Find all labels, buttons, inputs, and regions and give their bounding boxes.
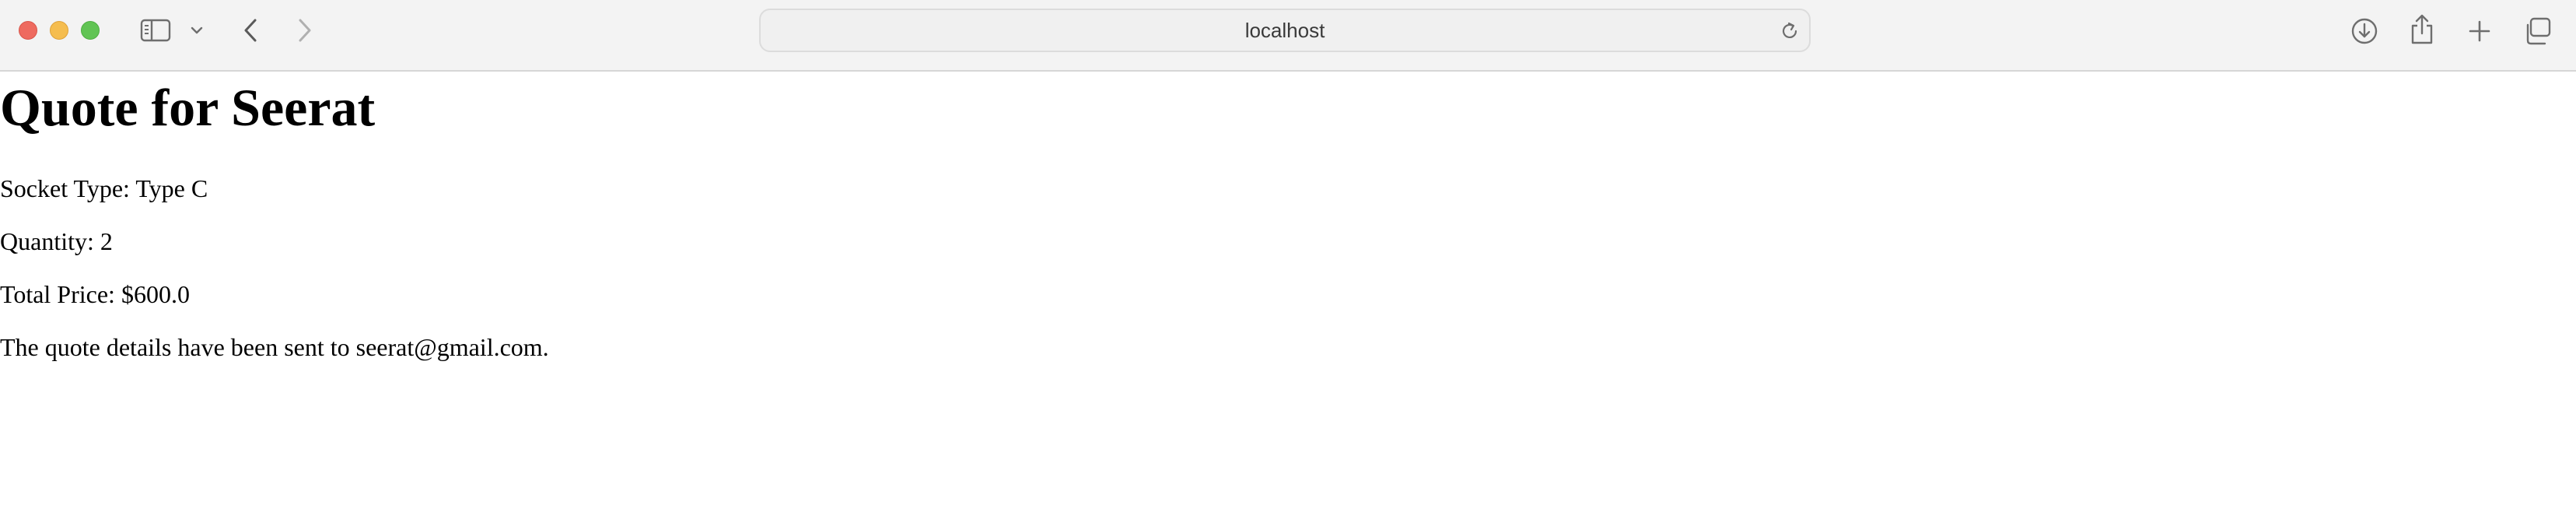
close-window-button[interactable] bbox=[19, 21, 37, 40]
confirmation-message: The quote details have been sent to seer… bbox=[0, 333, 549, 361]
address-text: localhost bbox=[1244, 19, 1325, 42]
plus-icon[interactable] bbox=[2464, 16, 2495, 47]
download-icon[interactable] bbox=[2349, 16, 2380, 47]
page-content: Quote for Seerat Socket Type: Type C Qua… bbox=[0, 73, 2576, 523]
browser-toolbar: localhost bbox=[0, 0, 2576, 72]
chevron-down-icon[interactable] bbox=[187, 22, 207, 39]
chevron-left-icon[interactable] bbox=[236, 16, 264, 45]
sidebar-icon[interactable] bbox=[138, 17, 173, 44]
maximize-window-button[interactable] bbox=[81, 21, 100, 40]
browser-window: localhost Quote for Seerat Socket Type: … bbox=[0, 0, 2576, 523]
socket-type-text: Socket Type: Type C bbox=[0, 174, 208, 202]
total-price-text: Total Price: $600.0 bbox=[0, 280, 190, 308]
share-icon[interactable] bbox=[2406, 12, 2438, 47]
chevron-right-icon[interactable] bbox=[291, 16, 319, 45]
quantity-text: Quantity: 2 bbox=[0, 227, 113, 255]
tabs-icon[interactable] bbox=[2522, 16, 2554, 47]
reload-icon[interactable] bbox=[1778, 19, 1801, 43]
page-title: Quote for Seerat bbox=[0, 78, 376, 137]
address-bar[interactable]: localhost bbox=[759, 9, 1811, 52]
minimize-window-button[interactable] bbox=[50, 21, 68, 40]
